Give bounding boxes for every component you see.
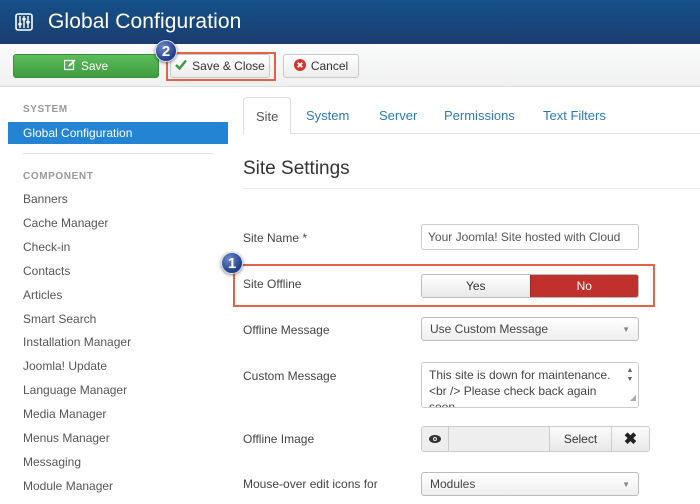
offline-image-field: Select ✖ bbox=[421, 426, 650, 452]
cancel-button[interactable]: Cancel bbox=[283, 54, 359, 78]
sidebar-heading-component: COMPONENT bbox=[23, 171, 94, 182]
section-divider bbox=[243, 188, 700, 189]
tab-server[interactable]: Server bbox=[379, 97, 417, 134]
custom-message-textarea[interactable]: This site is down for maintenance.<br />… bbox=[421, 362, 639, 408]
sidebar-divider bbox=[23, 153, 213, 154]
section-title: Site Settings bbox=[243, 158, 350, 179]
mouseover-edit-select[interactable]: Modules ▼ bbox=[421, 472, 639, 496]
chevron-down-icon: ▼ bbox=[622, 324, 630, 334]
mouseover-edit-value: Modules bbox=[430, 477, 476, 491]
offline-message-select[interactable]: Use Custom Message ▼ bbox=[421, 317, 639, 341]
offline-image-select-button[interactable]: Select bbox=[549, 427, 611, 451]
highlight-save-and-close bbox=[166, 52, 276, 81]
sidebar-item-smart-search[interactable]: Smart Search bbox=[23, 312, 96, 326]
offline-message-value: Use Custom Message bbox=[430, 322, 549, 336]
sidebar-item-menus-manager[interactable]: Menus Manager bbox=[23, 431, 110, 445]
toolbar: Save Save & Close Cancel bbox=[0, 44, 700, 87]
chevron-down-icon: ▼ bbox=[622, 479, 630, 489]
site-offline-yes-button[interactable]: Yes bbox=[422, 275, 530, 297]
sidebar-item-installation-manager[interactable]: Installation Manager bbox=[23, 335, 131, 349]
sidebar-item-joomla-update[interactable]: Joomla! Update bbox=[23, 359, 107, 373]
edit-icon bbox=[63, 59, 76, 74]
tab-site[interactable]: Site bbox=[243, 97, 292, 135]
sidebar-item-language-manager[interactable]: Language Manager bbox=[23, 383, 127, 397]
custom-message-value: This site is down for maintenance.<br />… bbox=[429, 368, 611, 408]
sidebar: SYSTEM Global Configuration COMPONENT Ba… bbox=[0, 87, 230, 504]
sidebar-item-articles[interactable]: Articles bbox=[23, 288, 62, 302]
sidebar-item-messaging[interactable]: Messaging bbox=[23, 455, 81, 469]
custom-message-label: Custom Message bbox=[243, 369, 337, 383]
site-name-label: Site Name * bbox=[243, 231, 308, 245]
textarea-scrollbar[interactable]: ▲ ▼ bbox=[624, 366, 636, 384]
clear-icon[interactable]: ✖ bbox=[611, 427, 649, 451]
offline-image-input[interactable] bbox=[449, 427, 549, 451]
site-offline-label: Site Offline bbox=[243, 277, 302, 291]
step-badge-1: 1 bbox=[221, 252, 243, 274]
sidebar-item-global-configuration[interactable]: Global Configuration bbox=[8, 122, 228, 144]
sidebar-item-contacts[interactable]: Contacts bbox=[23, 264, 70, 278]
sliders-icon bbox=[13, 11, 35, 33]
mouseover-edit-label: Mouse-over edit icons for bbox=[243, 477, 378, 491]
eye-icon[interactable] bbox=[422, 427, 449, 451]
site-offline-toggle: Yes No bbox=[421, 274, 639, 298]
sidebar-item-banners[interactable]: Banners bbox=[23, 192, 68, 206]
save-label: Save bbox=[80, 59, 109, 73]
cancel-circle-icon bbox=[293, 58, 306, 74]
sidebar-item-check-in[interactable]: Check-in bbox=[23, 240, 70, 254]
sidebar-item-module-manager[interactable]: Module Manager bbox=[23, 479, 113, 493]
step-badge-2: 2 bbox=[155, 40, 177, 62]
site-name-input[interactable]: Your Joomla! Site hosted with Cloud bbox=[421, 224, 639, 250]
sidebar-item-cache-manager[interactable]: Cache Manager bbox=[23, 216, 108, 230]
tab-text-filters[interactable]: Text Filters bbox=[543, 97, 606, 134]
tab-permissions[interactable]: Permissions bbox=[444, 97, 515, 134]
offline-message-label: Offline Message bbox=[243, 323, 330, 337]
scroll-up-icon[interactable]: ▲ bbox=[627, 366, 634, 375]
scroll-down-icon[interactable]: ▼ bbox=[627, 375, 634, 384]
config-tabs: Site System Server Permissions Text Filt… bbox=[243, 97, 700, 135]
app-header: Global Configuration bbox=[0, 0, 700, 44]
sidebar-heading-system: SYSTEM bbox=[23, 104, 68, 115]
offline-image-label: Offline Image bbox=[243, 432, 315, 446]
page-title: Global Configuration bbox=[48, 10, 242, 33]
site-offline-no-button[interactable]: No bbox=[529, 275, 638, 297]
resize-grip-icon[interactable]: ◢ bbox=[630, 390, 636, 406]
sidebar-item-media-manager[interactable]: Media Manager bbox=[23, 407, 106, 421]
save-button[interactable]: Save bbox=[13, 54, 159, 78]
cancel-label: Cancel bbox=[310, 59, 349, 73]
tab-system[interactable]: System bbox=[306, 97, 349, 134]
